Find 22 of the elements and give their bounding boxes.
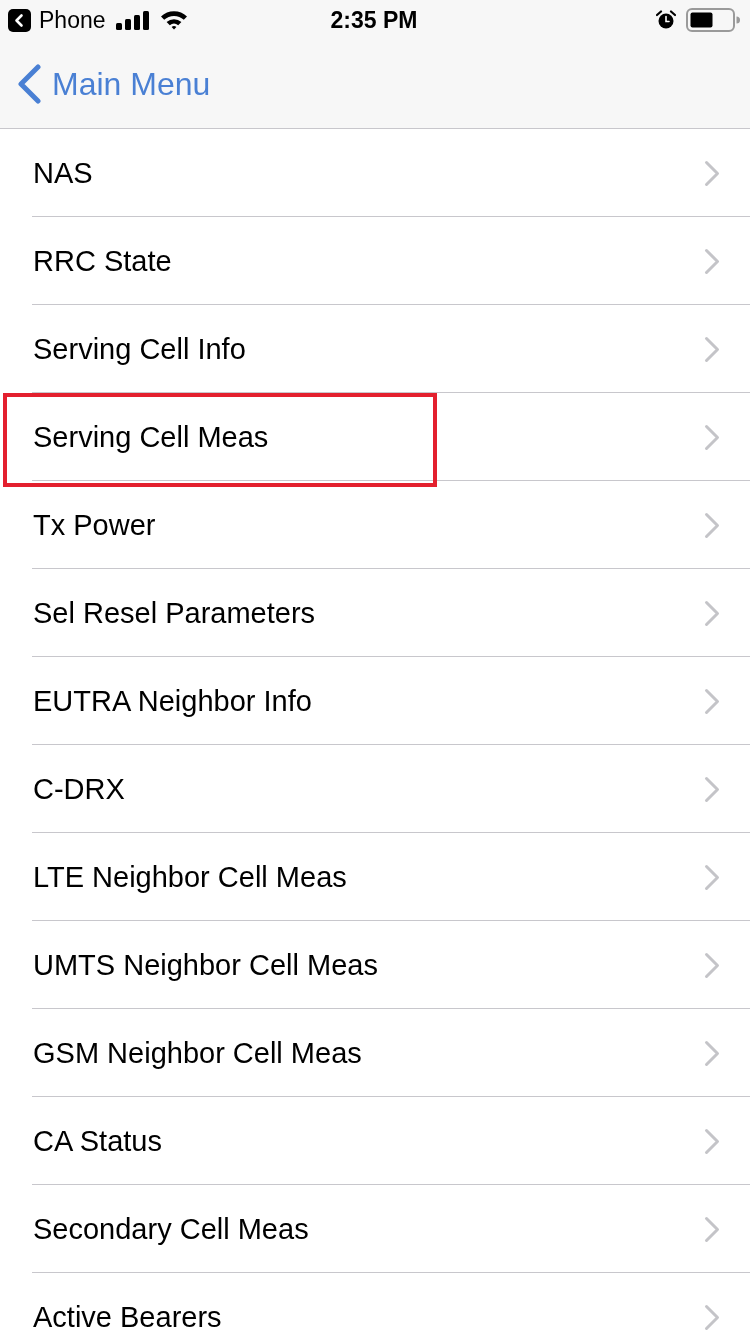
back-chevron-icon xyxy=(16,64,42,104)
back-to-app-link[interactable]: Phone xyxy=(8,6,106,34)
status-time: 2:35 PM xyxy=(330,6,418,34)
chevron-right-icon xyxy=(704,775,720,803)
chevron-right-icon xyxy=(704,951,720,979)
back-button[interactable]: Main Menu xyxy=(16,64,211,104)
signal-icon xyxy=(115,10,150,30)
chevron-right-icon xyxy=(704,863,720,891)
chevron-right-icon xyxy=(704,335,720,363)
chevron-right-icon xyxy=(704,687,720,715)
chevron-right-icon xyxy=(704,1127,720,1155)
alarm-clock-icon xyxy=(656,10,676,30)
wifi-icon xyxy=(159,10,188,30)
chevron-right-icon xyxy=(704,1215,720,1243)
chevron-right-icon xyxy=(704,599,720,627)
battery-icon xyxy=(686,8,740,32)
chevron-right-icon xyxy=(704,1303,720,1331)
chevron-right-icon xyxy=(704,423,720,451)
chevron-right-icon xyxy=(704,511,720,539)
chevron-right-icon xyxy=(704,1039,720,1067)
chevron-right-icon xyxy=(704,159,720,187)
chevron-right-icon xyxy=(704,247,720,275)
